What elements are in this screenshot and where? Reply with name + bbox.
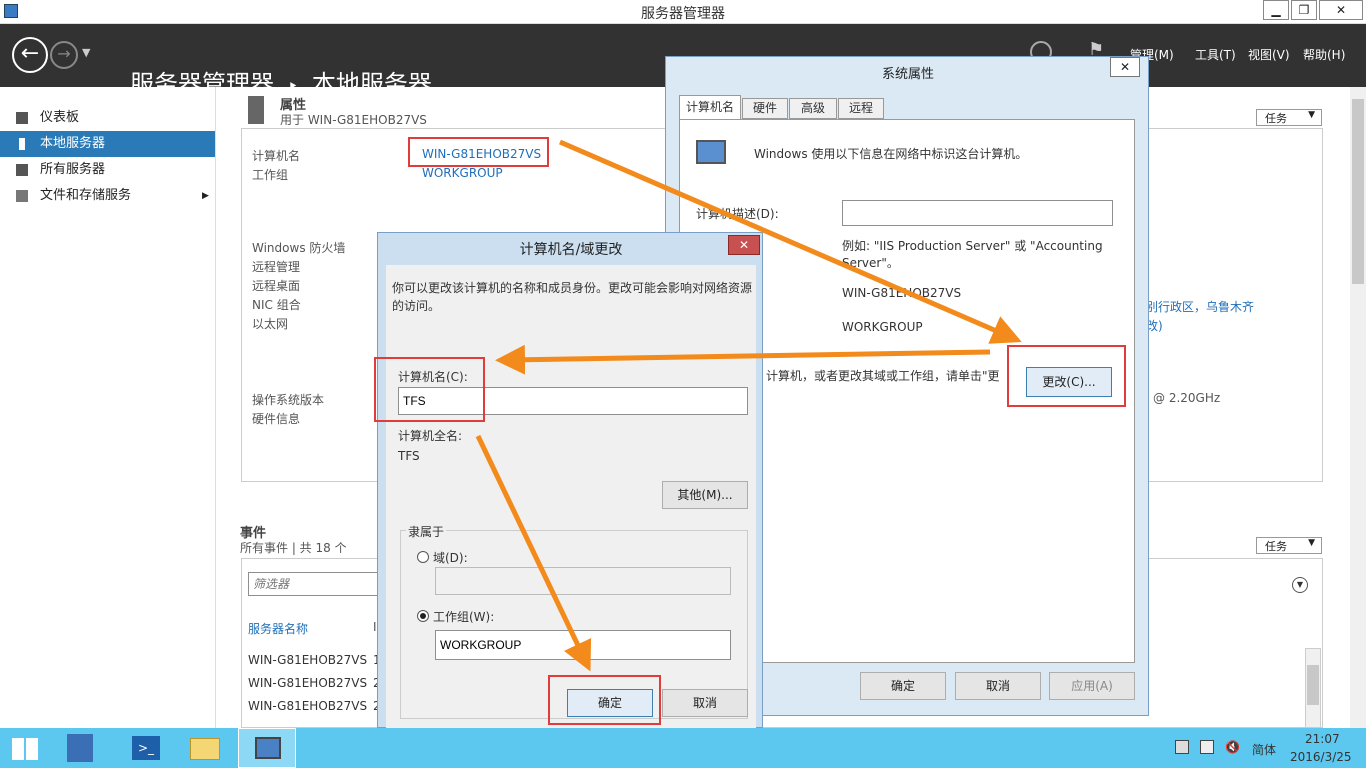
server-manager-taskbar-icon[interactable]	[55, 728, 105, 768]
arrow-to-name-field	[495, 344, 991, 375]
network-icon[interactable]	[1200, 740, 1214, 754]
computer-icon	[255, 737, 281, 759]
folder-icon	[190, 738, 220, 760]
clock-time[interactable]: 21:07	[1305, 732, 1340, 746]
explorer-taskbar-icon[interactable]	[180, 728, 230, 768]
language-indicator[interactable]: 简体	[1252, 741, 1276, 758]
arrow-to-change-button	[559, 139, 1022, 344]
powershell-icon: >_	[132, 736, 160, 760]
powershell-taskbar-icon[interactable]: >_	[120, 728, 170, 768]
action-center-icon[interactable]	[1175, 740, 1189, 754]
windows-logo-icon	[12, 738, 38, 760]
server-manager-icon	[67, 734, 93, 762]
start-button[interactable]	[0, 728, 50, 768]
taskbar: >_ 🔇 简体 21:07 2016/3/25	[0, 728, 1366, 768]
volume-icon[interactable]: 🔇	[1225, 740, 1240, 754]
annotation-arrows	[475, 139, 1022, 672]
clock-date[interactable]: 2016/3/25	[1290, 750, 1352, 764]
arrow-to-ok-button	[475, 434, 592, 672]
system-properties-taskbar-icon[interactable]	[238, 728, 296, 768]
